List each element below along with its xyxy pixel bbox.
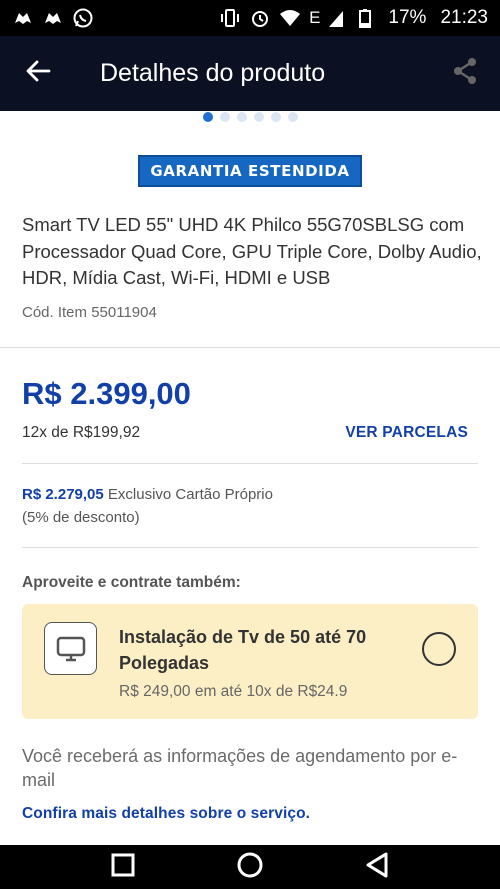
clock: 21:23 [440, 7, 488, 28]
card-price-block: R$ 2.279,05 Exclusivo Cartão Próprio (5%… [22, 483, 273, 529]
page-title: Detalhes do produto [100, 59, 326, 87]
divider [22, 463, 478, 464]
badge-wrap: GARANTIA ESTENDIDA [0, 155, 500, 187]
status-left-icons [12, 7, 94, 29]
product-code: Cód. Item 55011904 [22, 304, 157, 321]
share-button[interactable] [430, 36, 500, 111]
card-price-amount: R$ 2.279,05 [22, 486, 104, 503]
signal-icon [328, 7, 350, 29]
vibrate-icon [219, 7, 241, 29]
status-bar: E 17% 21:23 [0, 0, 500, 36]
card-discount-text: (5% de desconto) [22, 509, 140, 526]
divider [22, 547, 478, 548]
scheduling-info-text: Você receberá as informações de agendame… [22, 746, 458, 790]
system-nav-bar [0, 845, 500, 889]
ver-parcelas-link[interactable]: VER PARCELAS [345, 424, 468, 442]
card-price-label: Exclusivo Cartão Próprio [103, 486, 273, 503]
home-icon [236, 851, 264, 884]
back-icon [365, 852, 389, 883]
wifi-icon [279, 7, 301, 29]
carousel-dot[interactable] [270, 112, 281, 122]
share-icon [452, 57, 478, 90]
service-card[interactable]: Instalação de Tv de 50 até 70 Polegadas … [22, 604, 478, 719]
app-bar: Detalhes do produto [0, 36, 500, 111]
system-back-button[interactable] [357, 847, 397, 887]
carousel-dot[interactable] [219, 112, 230, 122]
battery-icon [358, 7, 380, 29]
game-pad-icon [42, 7, 64, 29]
back-button[interactable] [0, 36, 76, 111]
carousel-dot[interactable] [253, 112, 264, 122]
service-select-radio[interactable] [422, 632, 456, 666]
whatsapp-icon [72, 7, 94, 29]
arrow-back-icon [25, 60, 51, 87]
recent-apps-icon [111, 853, 135, 882]
product-title: Smart TV LED 55" UHD 4K Philco 55G70SBLS… [22, 214, 482, 288]
divider [0, 347, 500, 348]
installment-text: 12x de R$199,92 [22, 424, 141, 441]
extended-warranty-badge: GARANTIA ESTENDIDA [138, 155, 362, 187]
carousel-dot[interactable] [287, 112, 298, 122]
game-pad-icon [12, 7, 34, 29]
service-details-link[interactable]: Confira mais detalhes sobre o serviço. [22, 805, 310, 823]
service-title: Instalação de Tv de 50 até 70 Polegadas [119, 627, 367, 673]
battery-percent: 17% [388, 7, 427, 28]
product-price: R$ 2.399,00 [22, 376, 191, 411]
carousel-indicator [0, 111, 500, 123]
carousel-dot[interactable] [202, 112, 213, 122]
recent-apps-button[interactable] [103, 847, 143, 887]
services-section-label: Aproveite e contrate também: [22, 574, 241, 591]
tv-icon [44, 622, 97, 675]
service-price: R$ 249,00 em até 10x de R$24.9 [119, 683, 348, 700]
network-type-label: E [309, 8, 321, 27]
installment-row: 12x de R$199,92 VER PARCELAS [22, 424, 468, 442]
status-right-icons: E 17% 21:23 [219, 7, 488, 29]
home-button[interactable] [230, 847, 270, 887]
alarm-icon [249, 7, 271, 29]
carousel-dot[interactable] [236, 112, 247, 122]
